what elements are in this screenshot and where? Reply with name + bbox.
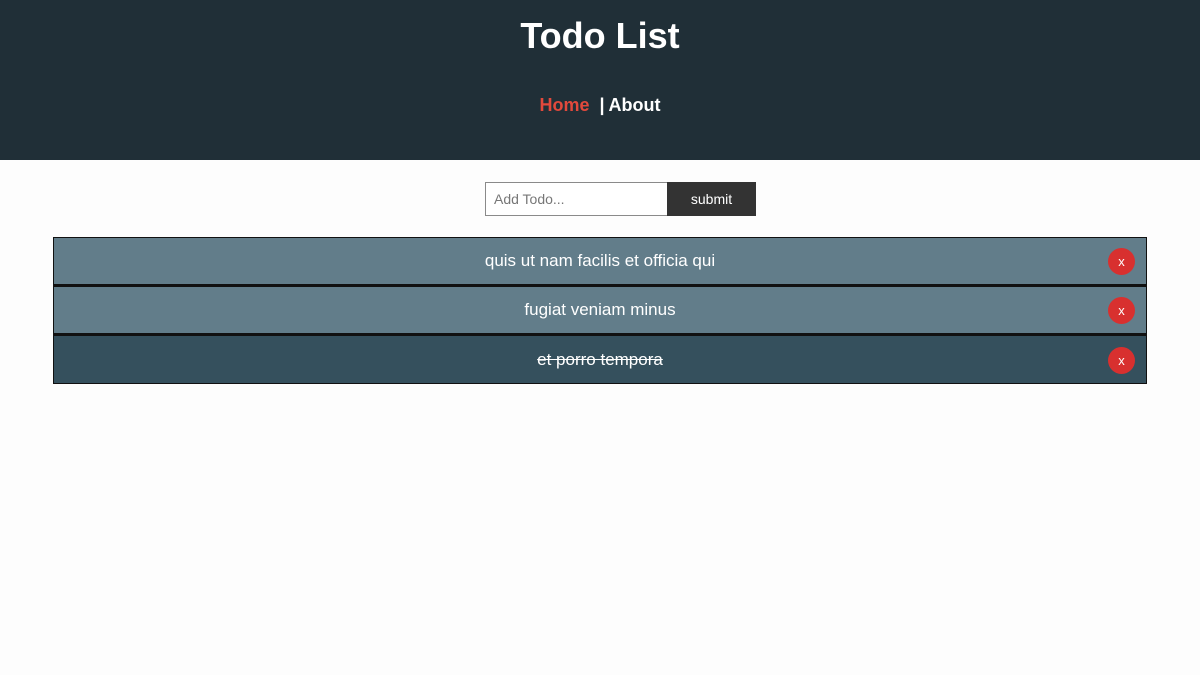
nav-separator: | — [599, 95, 605, 115]
todo-list: quis ut nam facilis et officia qui x fug… — [53, 237, 1147, 384]
todo-title[interactable]: fugiat veniam minus — [524, 299, 675, 321]
nav-link-home[interactable]: Home — [539, 95, 589, 115]
add-todo-form: submit — [485, 182, 756, 216]
todo-title[interactable]: et porro tempora — [537, 349, 663, 371]
app-header: Todo List Home | About — [0, 0, 1200, 160]
todo-item[interactable]: fugiat veniam minus x — [53, 286, 1147, 335]
delete-todo-button[interactable]: x — [1108, 248, 1135, 275]
todo-item[interactable]: et porro tempora x — [53, 335, 1147, 384]
add-todo-input[interactable] — [485, 182, 667, 216]
delete-todo-button[interactable]: x — [1108, 346, 1135, 374]
delete-todo-button[interactable]: x — [1108, 297, 1135, 324]
todo-title[interactable]: quis ut nam facilis et officia qui — [485, 250, 715, 272]
submit-button[interactable]: submit — [667, 182, 756, 216]
nav-link-about[interactable]: About — [609, 95, 661, 115]
app-title: Todo List — [520, 15, 680, 56]
todo-item[interactable]: quis ut nam facilis et officia qui x — [53, 237, 1147, 286]
main-nav: Home | About — [0, 93, 1200, 117]
